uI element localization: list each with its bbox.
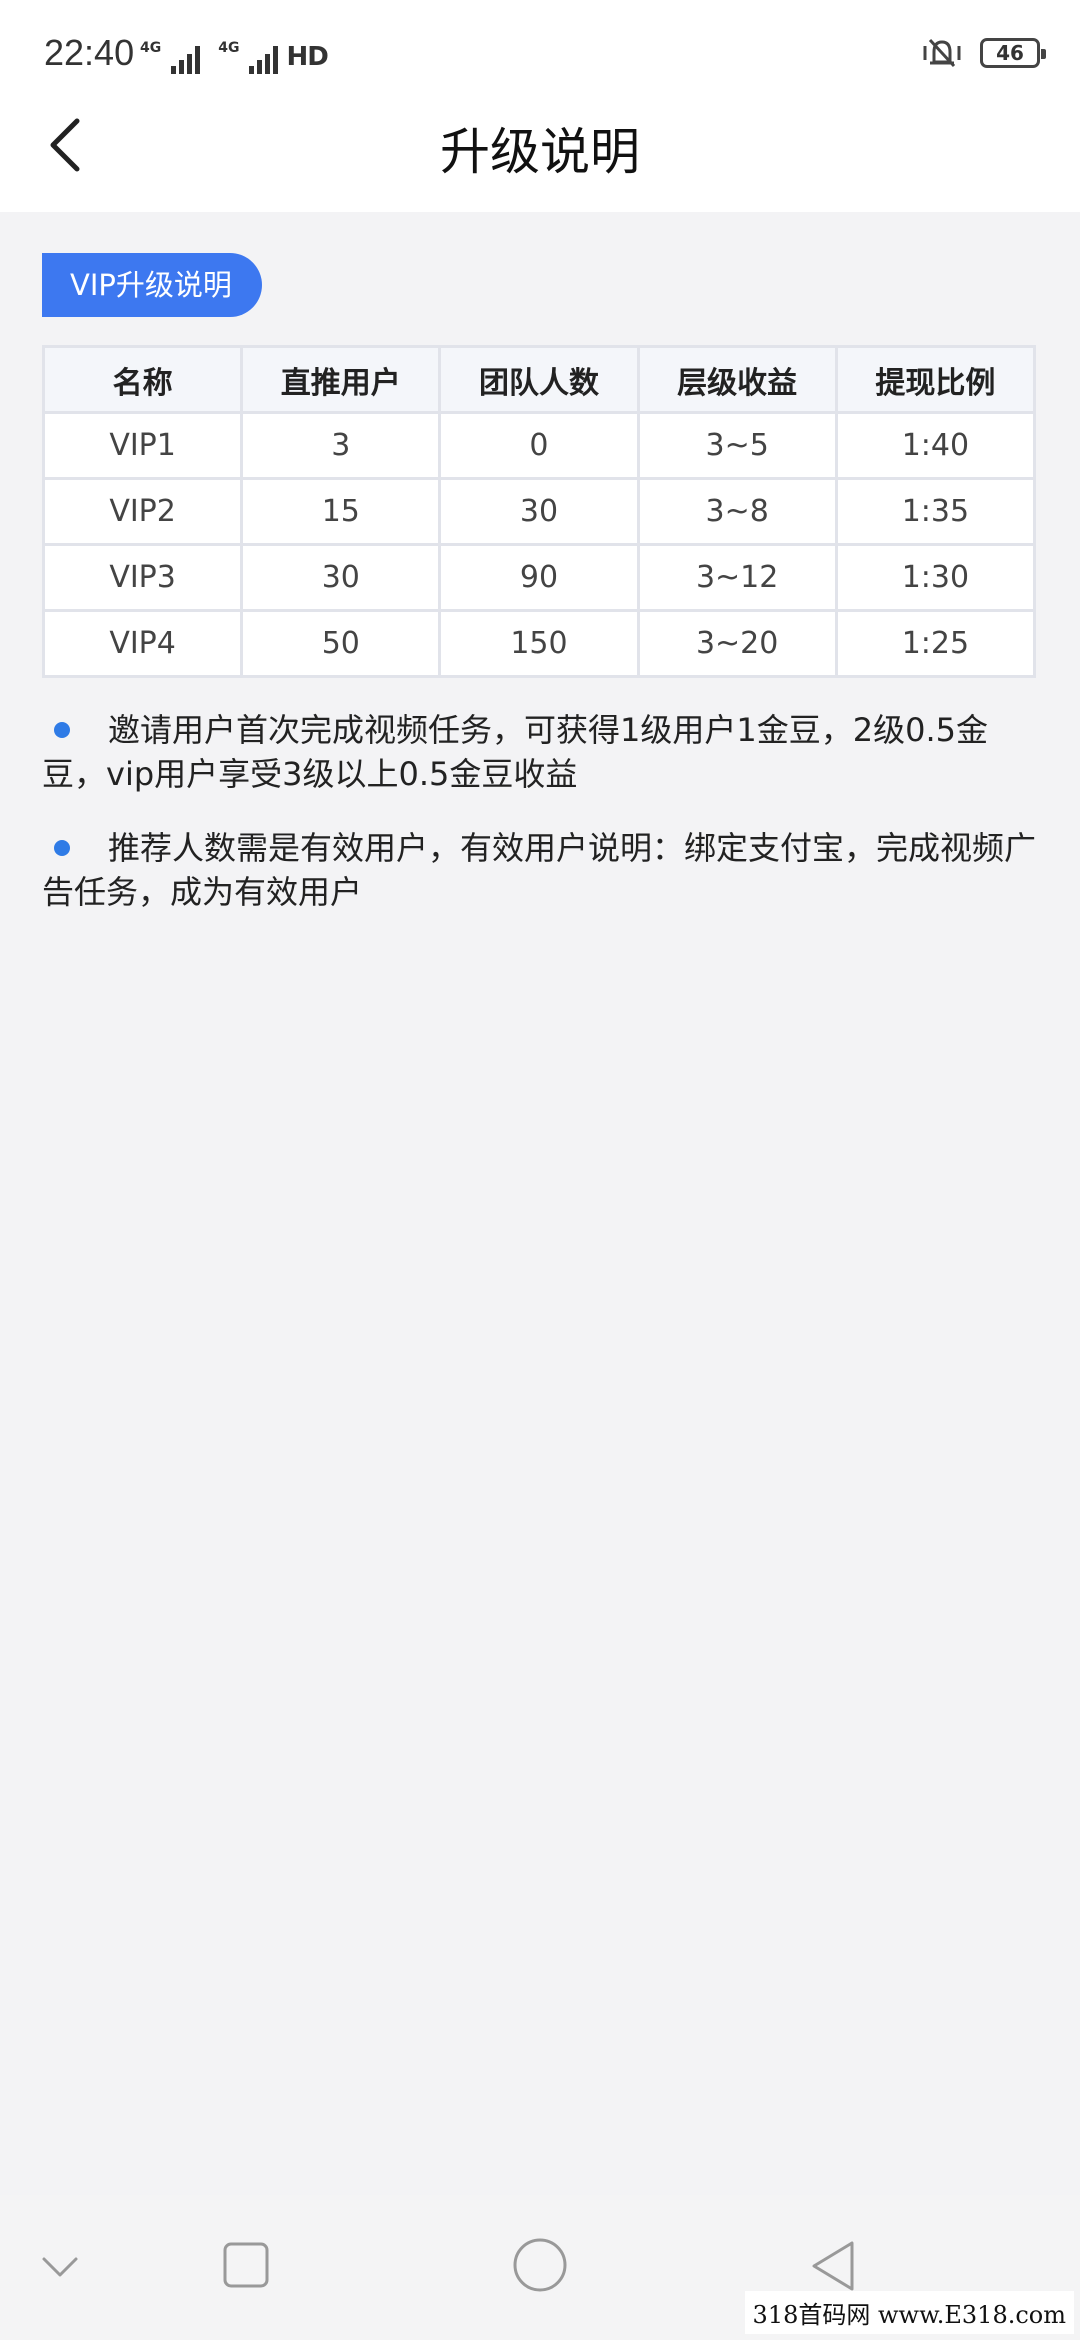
table-cell: VIP2 [41,477,244,546]
column-header: 团队人数 [438,345,640,414]
vip-table: 名称 直推用户 团队人数 层级收益 提现比例 VIP1 3 0 3~5 1:40… [41,345,1037,678]
table-cell: 3~20 [636,609,838,678]
battery-icon: 46 [980,38,1046,68]
table-cell: 1:30 [834,543,1037,612]
table-row: VIP4 50 150 3~20 1:25 [41,609,1037,678]
table-cell: 3 [240,411,442,480]
table-cell: 1:40 [834,411,1037,480]
signal-icon [171,44,201,74]
section-tag: VIP升级说明 [42,253,262,317]
note-text: 邀请用户首次完成视频任务，可获得1级用户1金豆，2级0.5金豆，vip用户享受3… [42,711,988,793]
table-cell: 90 [438,543,640,612]
table-cell: 1:35 [834,477,1037,546]
table-cell: 3~8 [636,477,838,546]
table-header-row: 名称 直推用户 团队人数 层级收益 提现比例 [41,345,1037,414]
table-cell: 30 [240,543,442,612]
signal-icon-2 [249,44,279,74]
column-header: 层级收益 [636,345,838,414]
table-cell: VIP1 [41,411,244,480]
status-right: 46 [922,36,1046,70]
table-cell: VIP3 [41,543,244,612]
status-time: 22:40 [44,32,135,73]
title-bar: 升级说明 [0,90,1080,212]
table-row: VIP2 15 30 3~8 1:35 [41,477,1037,546]
vibrate-icon [923,38,961,68]
table-cell: 30 [438,477,640,546]
table-cell: 150 [438,609,640,678]
bullet-dot-icon [54,840,70,856]
table-cell: 3~12 [636,543,838,612]
back-nav-button[interactable] [808,2239,858,2293]
table-cell: 3~5 [636,411,838,480]
network-type-2: 4G [218,40,240,56]
home-button[interactable] [512,2237,568,2293]
table-cell: VIP4 [41,609,244,678]
column-header: 提现比例 [834,345,1037,414]
table-cell: 50 [240,609,442,678]
list-item: 推荐人数需是有效用户，有效用户说明：绑定支付宝，完成视频广告任务，成为有效用户 [42,826,1038,914]
note-text: 推荐人数需是有效用户，有效用户说明：绑定支付宝，完成视频广告任务，成为有效用户 [42,829,1037,911]
bullet-dot-icon [54,722,70,738]
hd-voice-icon: HD [286,42,328,72]
table-row: VIP3 30 90 3~12 1:30 [41,543,1037,612]
network-type-1: 4G [140,40,162,56]
notes-list: 邀请用户首次完成视频任务，可获得1级用户1金豆，2级0.5金豆，vip用户享受3… [42,708,1038,914]
chevron-down-icon[interactable] [40,2253,80,2281]
network-icons: 4G 4G HD [140,34,329,74]
table-cell: 15 [240,477,442,546]
column-header: 名称 [41,345,244,414]
page-title: 升级说明 [440,123,640,181]
column-header: 直推用户 [240,345,442,414]
main-content: VIP升级说明 名称 直推用户 团队人数 层级收益 提现比例 VIP1 3 0 … [41,253,1038,944]
watermark: 318首码网 www.E318.com [744,2291,1074,2334]
table-cell: 0 [438,411,640,480]
recent-apps-button[interactable] [222,2241,270,2289]
table-cell: 1:25 [834,609,1037,678]
list-item: 邀请用户首次完成视频任务，可获得1级用户1金豆，2级0.5金豆，vip用户享受3… [42,708,1038,796]
table-row: VIP1 3 0 3~5 1:40 [41,411,1037,480]
